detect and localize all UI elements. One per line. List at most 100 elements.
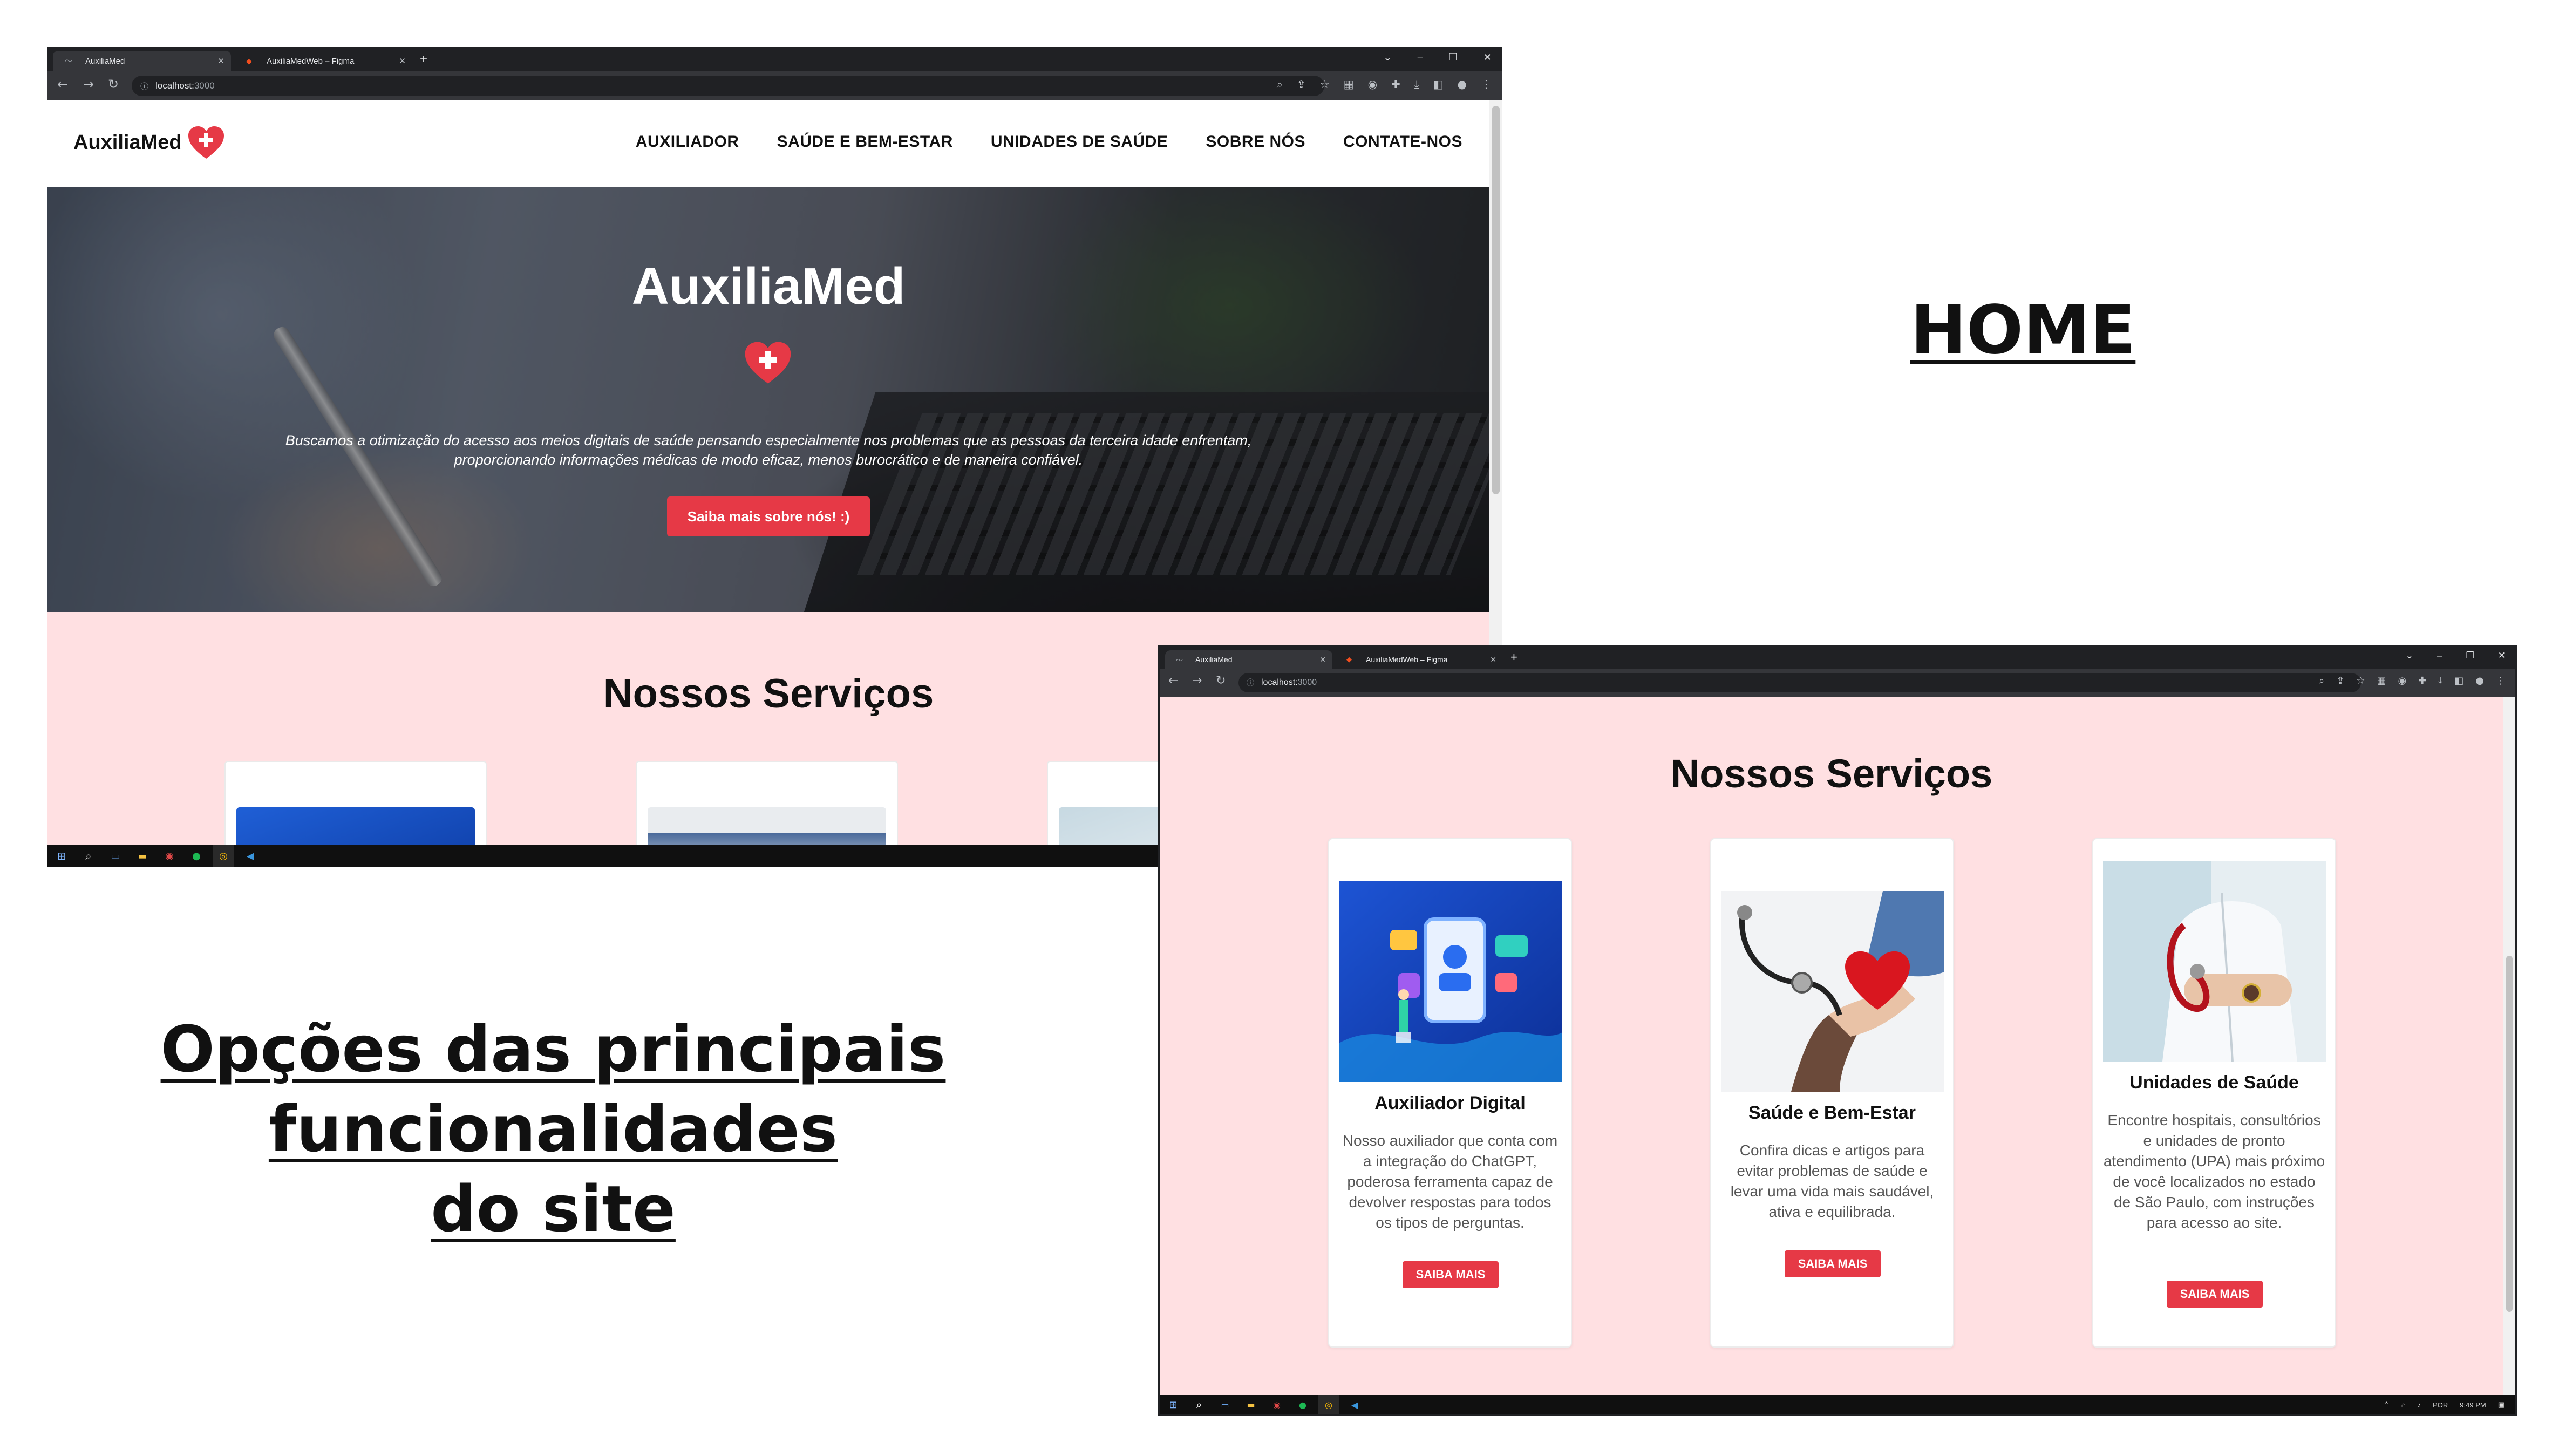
new-tab-button[interactable]: + [420, 52, 427, 67]
extension-icon[interactable]: ◉ [2398, 675, 2406, 686]
close-window-button[interactable]: ✕ [1483, 52, 1492, 63]
task-view-icon[interactable]: ▭ [105, 845, 126, 867]
address-bar[interactable]: ⓘ localhost: 3000 [1238, 673, 2361, 692]
reload-icon[interactable]: ↻ [1216, 674, 1226, 688]
brand-logo[interactable]: AuxiliaMed [73, 125, 225, 160]
system-tray: ⌃ ⌂ ♪ POR 9:49 PM ▣ [2384, 1395, 2505, 1414]
extension-icon[interactable]: ▦ [2377, 675, 2386, 686]
hero-description: Buscamos a otimização do acesso aos meio… [199, 431, 1338, 470]
download-icon[interactable]: ⤓ [2438, 675, 2442, 686]
restore-button[interactable]: ❐ [1449, 52, 1458, 63]
saiba-mais-button[interactable]: SAIBA MAIS [1403, 1261, 1499, 1288]
close-tab-icon[interactable]: ✕ [1490, 655, 1496, 664]
saiba-mais-button[interactable]: SAIBA MAIS [2167, 1281, 2263, 1308]
nav-sobre-nos[interactable]: SOBRE NÓS [1206, 133, 1305, 151]
brand-name: AuxiliaMed [73, 131, 182, 154]
minimize-button[interactable]: – [2437, 650, 2442, 661]
clock[interactable]: 9:49 PM [2460, 1401, 2486, 1409]
reload-icon[interactable]: ↻ [108, 77, 119, 92]
chrome-icon[interactable]: ◎ [1318, 1395, 1339, 1414]
vscode-icon[interactable]: ◀ [240, 845, 261, 867]
extension-icon[interactable]: ◉ [1368, 78, 1377, 91]
notifications-icon[interactable]: ▣ [2498, 1400, 2505, 1409]
url-host: localhost: [1261, 678, 1298, 687]
tray-chevron-icon[interactable]: ⌃ [2384, 1400, 2390, 1409]
zoom-icon[interactable]: ⌕ [1277, 78, 1283, 91]
back-icon[interactable]: ← [57, 77, 68, 92]
back-icon[interactable]: ← [1168, 674, 1178, 688]
file-explorer-icon[interactable]: ▬ [132, 845, 153, 867]
tab-auxiliamed[interactable]: 〜 AuxiliaMed ✕ [1165, 650, 1332, 669]
hero-text-line: Buscamos a otimização do acesso aos meio… [285, 432, 1252, 448]
puzzle-icon[interactable]: ✚ [1391, 78, 1400, 91]
browser-toolbar: ← → ↻ ⓘ localhost: 3000 ⌕ ⇪ ☆ ▦ ◉ ✚ ⤓ ◧ ●… [47, 71, 1502, 100]
spotify-icon[interactable]: ● [1292, 1395, 1313, 1414]
tab-search-icon[interactable]: ⌄ [2406, 650, 2413, 661]
search-icon[interactable]: ⌕ [78, 845, 99, 867]
bookmark-star-icon[interactable]: ☆ [1320, 78, 1330, 91]
windows-start-icon[interactable]: ⊞ [51, 845, 72, 867]
side-panel-icon[interactable]: ◧ [1433, 78, 1444, 91]
minimize-button[interactable]: – [1418, 52, 1423, 63]
close-tab-icon[interactable]: ✕ [1319, 655, 1326, 664]
language-indicator[interactable]: POR [2433, 1401, 2448, 1409]
page-icon: 〜 [65, 57, 72, 65]
page-scrollbar[interactable] [2503, 697, 2515, 1396]
tab-figma[interactable]: ◆ AuxiliaMedWeb – Figma ✕ [1336, 650, 1503, 669]
page-icon: 〜 [1176, 656, 1183, 664]
profile-avatar-icon[interactable]: ● [1458, 78, 1467, 91]
nav-contate-nos[interactable]: CONTATE-NOS [1343, 133, 1462, 151]
menu-icon[interactable]: ⋮ [1481, 78, 1492, 91]
share-icon[interactable]: ⇪ [1297, 78, 1306, 91]
card-title: Auxiliador Digital [1374, 1093, 1526, 1113]
address-bar[interactable]: ⓘ localhost: 3000 [132, 76, 1324, 96]
search-icon[interactable]: ⌕ [1189, 1395, 1209, 1414]
tab-search-icon[interactable]: ⌄ [1384, 52, 1392, 63]
volume-icon[interactable]: ♪ [2418, 1401, 2421, 1409]
card-title: Saúde e Bem-Estar [1748, 1103, 1916, 1123]
nav-auxiliador[interactable]: AUXILIADOR [636, 133, 739, 151]
nav-saude-bem-estar[interactable]: SAÚDE E BEM-ESTAR [777, 133, 953, 151]
url-port: 3000 [1297, 678, 1317, 687]
side-panel-icon[interactable]: ◧ [2454, 675, 2463, 686]
nav-unidades-saude[interactable]: UNIDADES DE SAÚDE [991, 133, 1168, 151]
close-tab-icon[interactable]: ✕ [217, 56, 224, 66]
caption-line: funcionalidades [268, 1092, 838, 1166]
tab-figma[interactable]: ◆ AuxiliaMedWeb – Figma ✕ [234, 51, 412, 71]
network-icon[interactable]: ⌂ [2401, 1401, 2406, 1409]
caption-home: HOME [1910, 291, 2136, 369]
restore-button[interactable]: ❐ [2466, 650, 2474, 661]
digital-assistant-illustration [1339, 881, 1562, 1082]
saiba-mais-button[interactable]: SAIBA MAIS [1785, 1250, 1881, 1277]
tab-auxiliamed[interactable]: 〜 AuxiliaMed ✕ [53, 51, 231, 71]
puzzle-icon[interactable]: ✚ [2418, 675, 2426, 686]
forward-icon[interactable]: → [83, 77, 94, 92]
task-view-icon[interactable]: ▭ [1215, 1395, 1235, 1414]
scrollbar-thumb[interactable] [2506, 956, 2513, 1312]
profile-avatar-icon[interactable]: ● [2475, 675, 2484, 686]
extension-icon[interactable]: ▦ [1344, 78, 1354, 91]
close-tab-icon[interactable]: ✕ [399, 56, 406, 66]
vscode-icon[interactable]: ◀ [1344, 1395, 1365, 1414]
scrollbar-thumb[interactable] [1492, 106, 1500, 494]
record-icon[interactable]: ◉ [1267, 1395, 1287, 1414]
zoom-icon[interactable]: ⌕ [2319, 675, 2324, 686]
download-icon[interactable]: ⤓ [1414, 78, 1419, 91]
chrome-icon[interactable]: ◎ [213, 845, 234, 867]
file-explorer-icon[interactable]: ▬ [1241, 1395, 1261, 1414]
spotify-icon[interactable]: ● [186, 845, 207, 867]
record-icon[interactable]: ◉ [159, 845, 180, 867]
windows-start-icon[interactable]: ⊞ [1163, 1395, 1183, 1414]
heart-hands-photo [1721, 891, 1944, 1092]
new-tab-button[interactable]: + [1510, 650, 1517, 664]
info-icon: ⓘ [1247, 678, 1254, 687]
forward-icon[interactable]: → [1192, 674, 1202, 688]
about-us-button[interactable]: Saiba mais sobre nós! :) [667, 496, 870, 536]
tab-label: AuxiliaMedWeb – Figma [267, 56, 355, 66]
site-header: AuxiliaMed AUXILIADOR SAÚDE E BEM-ESTAR … [47, 100, 1489, 187]
menu-icon[interactable]: ⋮ [2496, 675, 2506, 686]
heart-cross-icon [744, 341, 792, 387]
share-icon[interactable]: ⇪ [2336, 675, 2344, 686]
bookmark-star-icon[interactable]: ☆ [2356, 675, 2365, 686]
close-window-button[interactable]: ✕ [2498, 650, 2506, 661]
